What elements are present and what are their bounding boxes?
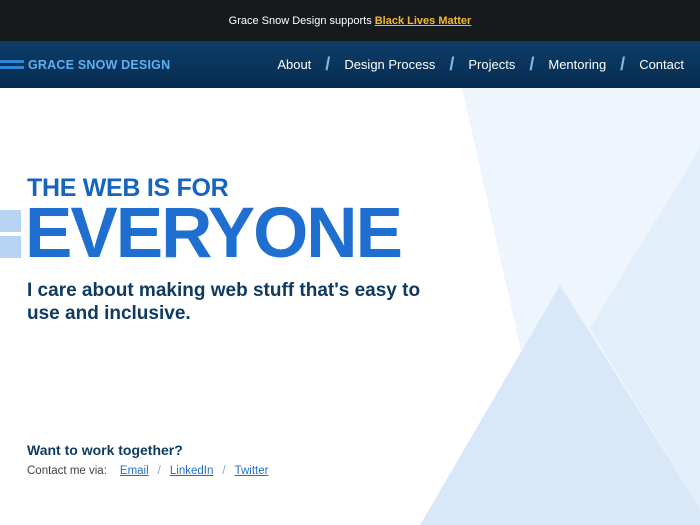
brand-name: GRACE SNOW DESIGN: [28, 57, 171, 72]
main-nav: About / Design Process / Projects / Ment…: [277, 41, 684, 88]
brand-logo[interactable]: GRACE SNOW DESIGN: [0, 41, 170, 88]
hero-accent-squares: [0, 210, 21, 258]
linkedin-link[interactable]: LinkedIn: [170, 465, 213, 477]
email-link[interactable]: Email: [120, 465, 149, 477]
site-header: GRACE SNOW DESIGN About / Design Process…: [0, 41, 700, 88]
nav-separator: /: [620, 54, 626, 74]
twitter-link[interactable]: Twitter: [235, 465, 269, 477]
nav-separator: /: [529, 54, 535, 74]
work-together-heading: Want to work together?: [27, 442, 183, 458]
hero-title: EVERYONE: [25, 194, 403, 273]
banner-text: Grace Snow Design supports: [228, 14, 372, 27]
nav-separator: /: [325, 54, 331, 74]
nav-item-mentoring[interactable]: Mentoring: [548, 57, 606, 72]
nav-item-about[interactable]: About: [277, 57, 311, 72]
contact-lead: Contact me via:: [27, 465, 107, 477]
link-separator: /: [222, 465, 226, 477]
brand-bars-icon: [0, 60, 24, 69]
black-lives-matter-link[interactable]: Black Lives Matter: [375, 15, 472, 27]
nav-item-contact[interactable]: Contact: [639, 57, 684, 72]
link-separator: /: [157, 465, 161, 477]
nav-item-projects[interactable]: Projects: [468, 57, 515, 72]
announcement-banner: Grace Snow Design supports Black Lives M…: [0, 0, 700, 41]
contact-links: Contact me via: Email / LinkedIn / Twitt…: [27, 465, 268, 477]
nav-item-design-process[interactable]: Design Process: [344, 57, 435, 72]
hero-subtitle: I care about making web stuff that's eas…: [27, 280, 421, 324]
nav-separator: /: [449, 54, 455, 74]
